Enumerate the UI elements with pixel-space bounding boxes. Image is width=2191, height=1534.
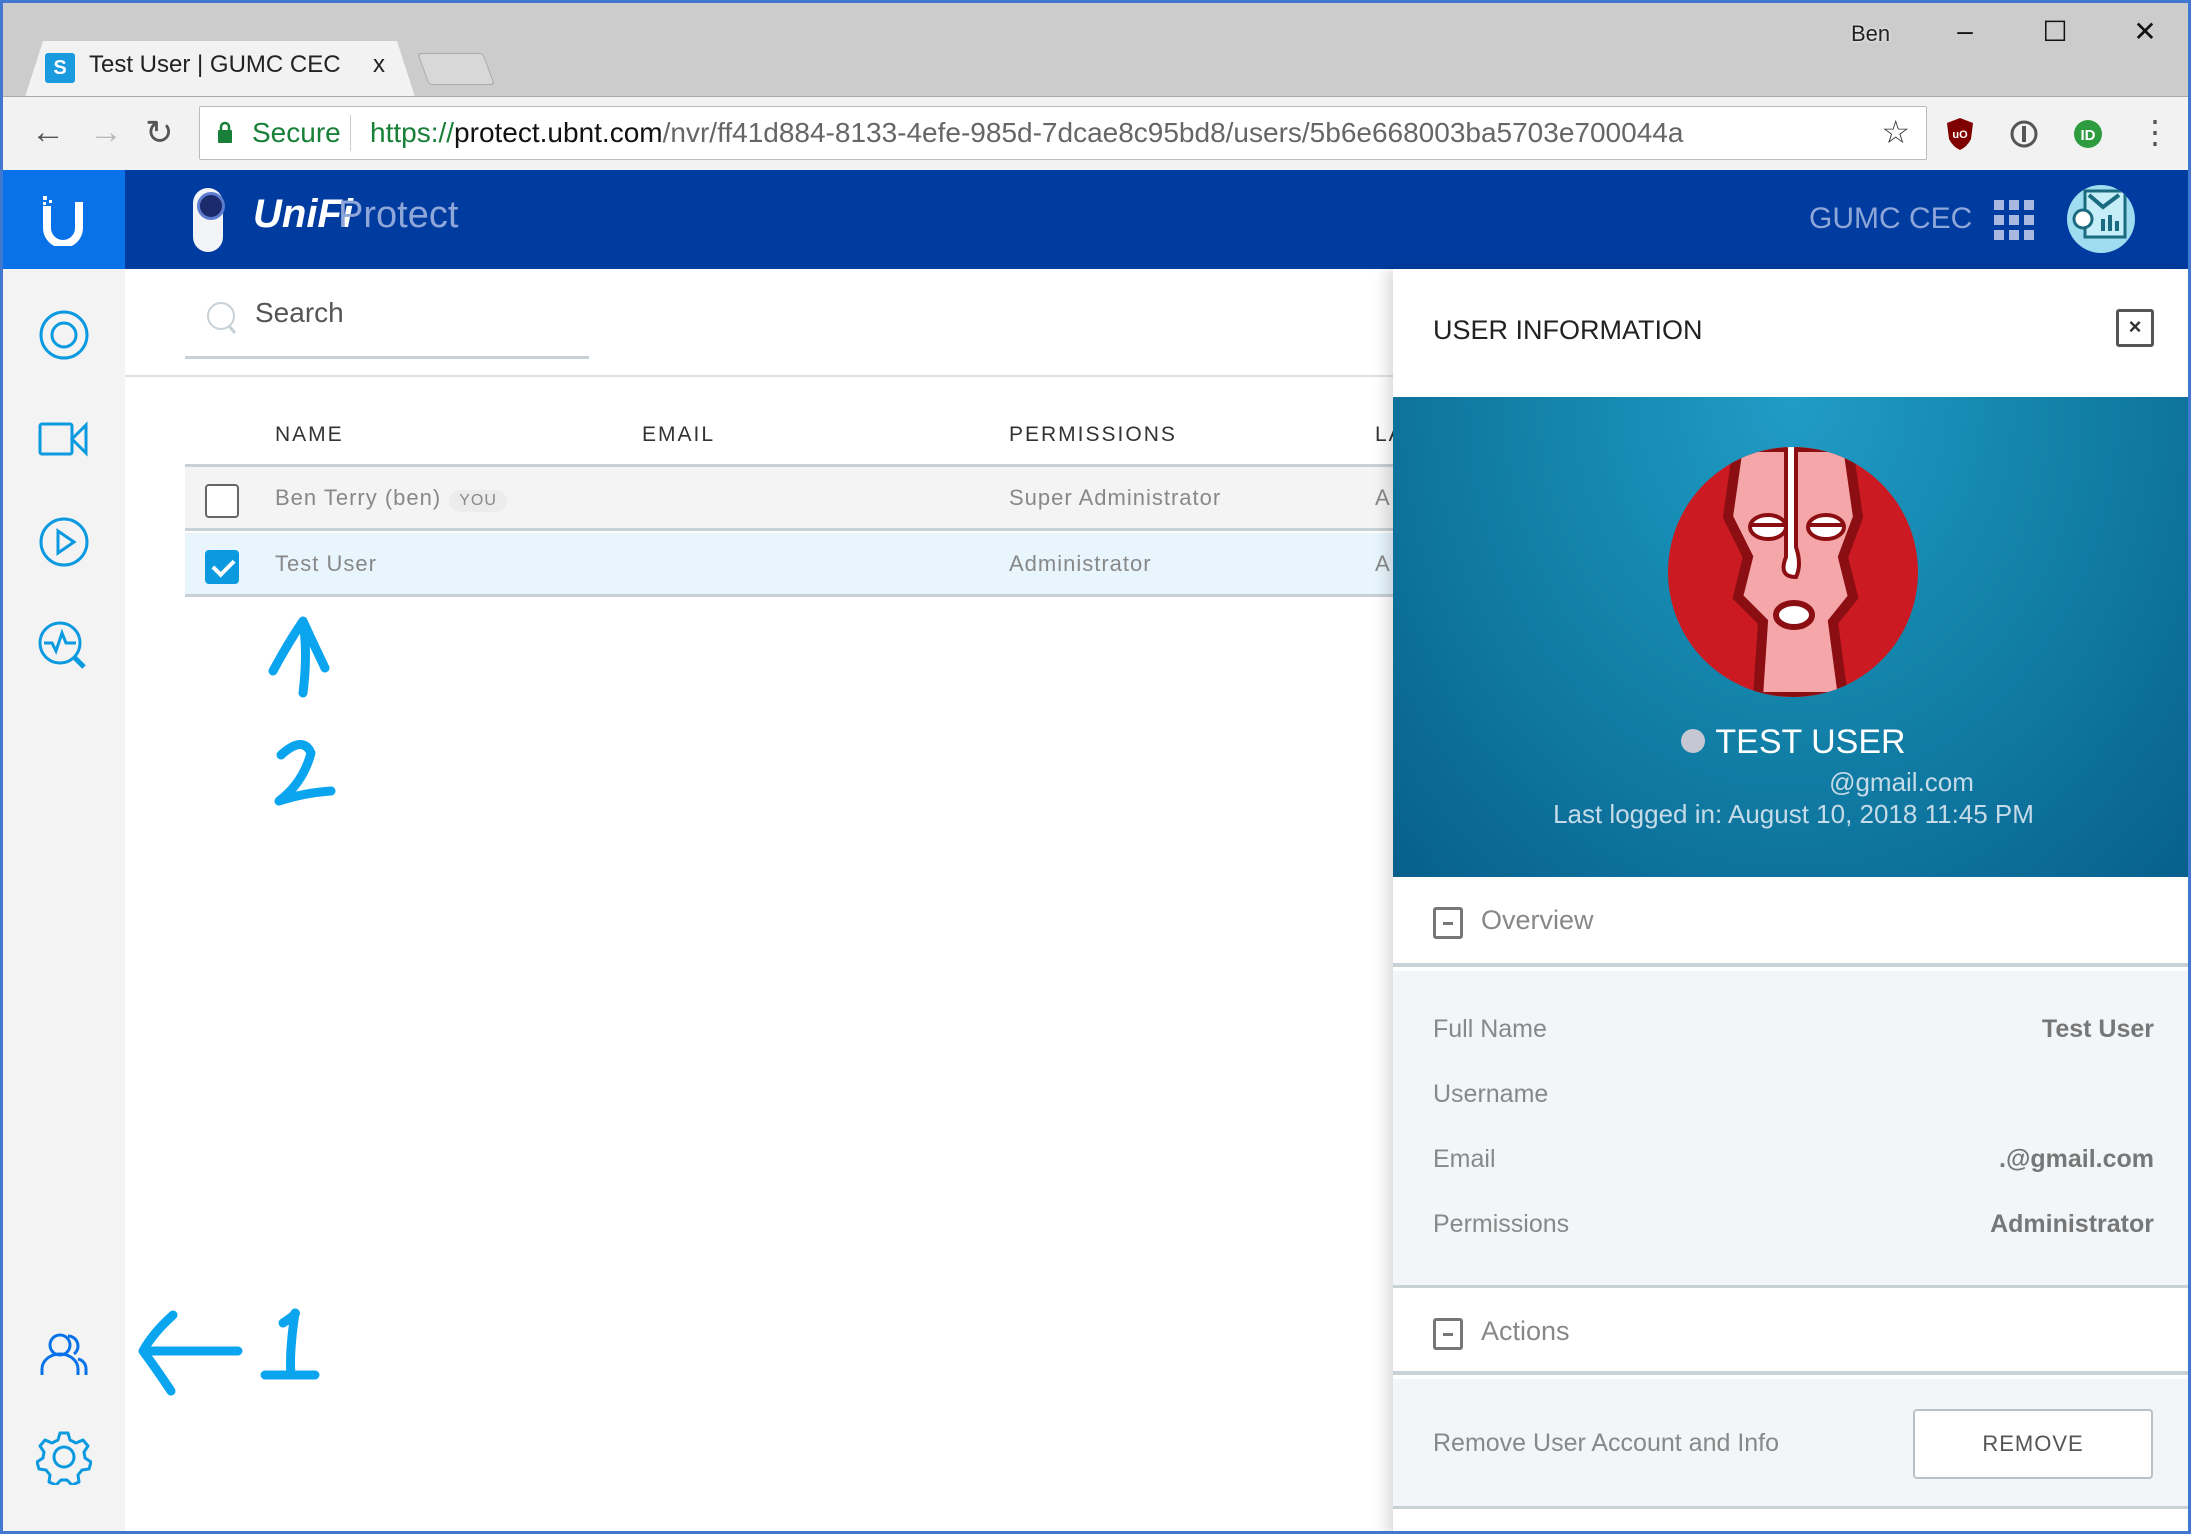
- url-host: protect.ubnt.com: [454, 117, 663, 148]
- search-icon: [207, 302, 237, 334]
- last-login: Last logged in: August 10, 2018 11:45 PM: [1553, 799, 2034, 829]
- panel-close-button[interactable]: ×: [2116, 309, 2154, 347]
- ublock-extension-icon[interactable]: uO: [1945, 117, 1975, 151]
- overview-body: Full Name Test User Username Email .@gma…: [1393, 971, 2188, 1293]
- profile-name[interactable]: Ben: [1851, 21, 1890, 47]
- field-value: Administrator: [1990, 1210, 2154, 1238]
- annotation-arrow-up-2: [268, 616, 336, 806]
- account-avatar[interactable]: [2067, 185, 2135, 253]
- site-name[interactable]: GUMC CEC: [1809, 202, 1972, 236]
- column-header-email[interactable]: EMAIL: [642, 423, 715, 447]
- g3-camera-icon: [193, 188, 225, 252]
- close-window-button[interactable]: ✕: [2125, 15, 2165, 48]
- remove-user-button[interactable]: REMOVE: [1913, 1409, 2153, 1479]
- user-information-panel: USER INFORMATION × TEST USER @gmail.com …: [1393, 269, 2188, 1531]
- remove-description: Remove User Account and Info: [1433, 1429, 1780, 1457]
- face-avatar-icon: [1722, 447, 1864, 697]
- title-bar: S Test User | GUMC CEC x Ben – ☐ ✕: [3, 3, 2188, 97]
- collapse-icon: [1433, 907, 1463, 939]
- column-header-name[interactable]: NAME: [275, 423, 344, 447]
- column-header-permissions[interactable]: PERMISSIONS: [1009, 423, 1177, 447]
- row-permissions: Super Administrator: [1009, 485, 1222, 510]
- overview-section-toggle[interactable]: Overview: [1393, 877, 2188, 967]
- field-key: Username: [1433, 1080, 1549, 1108]
- lock-icon: [218, 121, 232, 143]
- ubiquiti-logo-button[interactable]: [3, 170, 125, 269]
- table-row[interactable]: Ben Terry (ben) YOU Super Administrator A: [185, 467, 1393, 531]
- collapse-icon: [1433, 1318, 1463, 1350]
- user-avatar: [1668, 447, 1918, 697]
- secure-label: Secure: [252, 117, 341, 148]
- id-extension-icon[interactable]: ID: [2073, 117, 2103, 151]
- omnibox-divider: [350, 115, 351, 151]
- back-button[interactable]: ←: [31, 113, 65, 152]
- url-scheme: https://: [370, 117, 455, 148]
- status-dot-icon: [1681, 729, 1706, 753]
- you-badge: YOU: [449, 490, 507, 512]
- user-hero: TEST USER @gmail.com Last logged in: Aug…: [1393, 397, 2188, 877]
- product-name: Protect: [338, 194, 459, 236]
- row-permissions: Administrator: [1009, 551, 1152, 576]
- field-value: Test User: [2041, 1015, 2154, 1043]
- field-key: Permissions: [1433, 1210, 1570, 1238]
- table-row[interactable]: Test User Administrator A: [185, 533, 1393, 597]
- onepassword-extension-icon[interactable]: [2009, 117, 2039, 151]
- row-name: Test User: [275, 551, 377, 576]
- actions-label: Actions: [1481, 1316, 1570, 1346]
- browser-toolbar: ← → ↻ Secure https://protect.ubnt.com/nv…: [3, 96, 2188, 170]
- chrome-menu-button[interactable]: ⋮: [2139, 113, 2171, 151]
- sidebar-item-cameras[interactable]: [36, 411, 92, 467]
- unifi-favicon-icon: S: [45, 53, 75, 83]
- tab-title[interactable]: Test User | GUMC CEC: [89, 51, 341, 79]
- field-value: .@gmail.com: [1999, 1145, 2154, 1173]
- sidebar-item-playback[interactable]: [36, 514, 92, 570]
- search-field-wrapper: [185, 269, 589, 359]
- tab-close-button[interactable]: x: [373, 51, 385, 79]
- annotation-arrow-left-1: [138, 1308, 320, 1396]
- ubiquiti-u-icon: [43, 196, 83, 246]
- svg-text:uO: uO: [1952, 129, 1968, 141]
- row-last: A: [1375, 551, 1391, 576]
- panel-title: USER INFORMATION: [1433, 315, 1703, 345]
- url-path: /nvr/ff41d884-8133-4efe-985d-7dcae8c95bd…: [662, 117, 1684, 148]
- bookmark-star-icon[interactable]: ☆: [1881, 113, 1910, 151]
- robot-avatar-icon: [2072, 189, 2127, 239]
- sidebar: [3, 269, 125, 1531]
- sidebar-item-dashboard[interactable]: [36, 307, 92, 363]
- address-bar[interactable]: Secure https://protect.ubnt.com/nvr/ff41…: [199, 106, 1927, 160]
- sidebar-item-users[interactable]: [36, 1327, 92, 1383]
- browser-window: S Test User | GUMC CEC x Ben – ☐ ✕ ← → ↻…: [0, 0, 2191, 1534]
- sidebar-item-settings[interactable]: [36, 1429, 92, 1485]
- maximize-button[interactable]: ☐: [2035, 15, 2075, 48]
- actions-body: Remove User Account and Info REMOVE: [1393, 1379, 2188, 1509]
- row-name-text: Ben Terry (ben): [275, 485, 442, 510]
- url-text[interactable]: https://protect.ubnt.com/nvr/ff41d884-81…: [370, 117, 1683, 149]
- overview-label: Overview: [1481, 905, 1594, 935]
- user-name-text: TEST USER: [1715, 723, 1906, 761]
- row-name: Ben Terry (ben) YOU: [275, 485, 507, 512]
- app-grid-icon[interactable]: [1994, 200, 2034, 240]
- user-display-name: TEST USER: [1393, 723, 2188, 762]
- forward-button[interactable]: →: [89, 113, 123, 152]
- minimize-button[interactable]: –: [1945, 15, 1985, 47]
- field-key: Full Name: [1433, 1015, 1547, 1043]
- user-email: @gmail.com: [1829, 767, 1974, 797]
- svg-text:ID: ID: [2081, 127, 2096, 144]
- actions-section-toggle[interactable]: Actions: [1393, 1285, 2188, 1375]
- row-last: A: [1375, 485, 1391, 510]
- field-key: Email: [1433, 1145, 1496, 1173]
- app-header: UniFi Protect GUMC CEC: [3, 170, 2188, 269]
- row-checkbox[interactable]: [205, 484, 239, 518]
- search-input[interactable]: [185, 269, 589, 359]
- reload-button[interactable]: ↻: [145, 113, 174, 153]
- sidebar-item-analytics[interactable]: [36, 619, 92, 675]
- content-divider: [125, 375, 1393, 377]
- new-tab-button[interactable]: [417, 53, 495, 85]
- row-checkbox[interactable]: [205, 550, 239, 584]
